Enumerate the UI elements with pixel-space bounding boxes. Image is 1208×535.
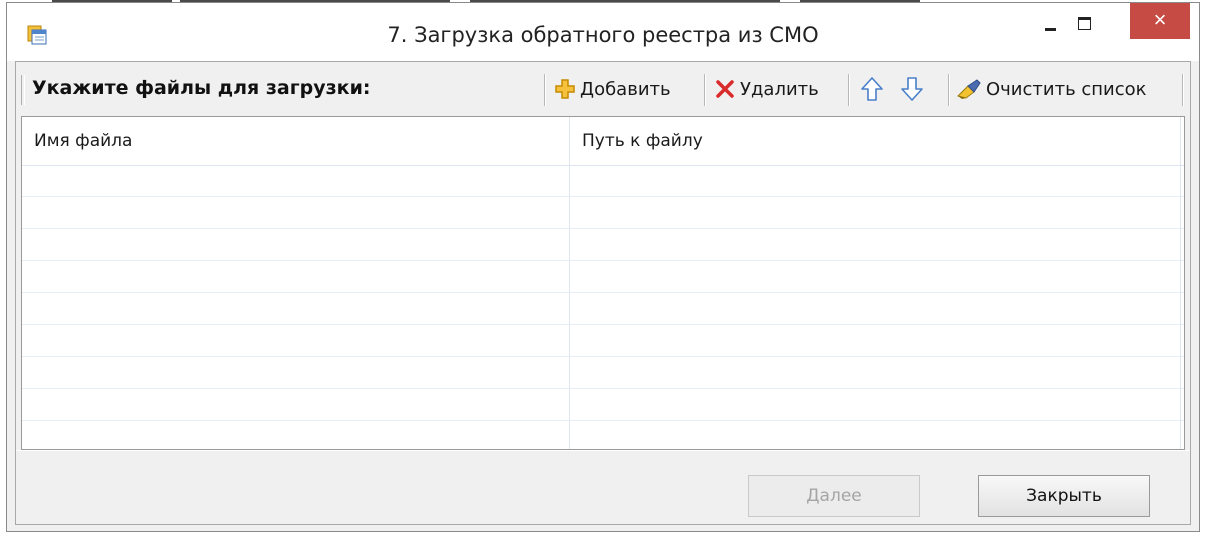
next-button[interactable]: Далее [748, 475, 920, 517]
arrow-up-icon [861, 77, 883, 101]
toolbar-separator [1182, 74, 1184, 106]
move-down-button[interactable] [900, 72, 924, 106]
arrow-down-icon [901, 77, 923, 101]
close-button[interactable]: Закрыть [978, 475, 1150, 517]
window-title: 7. Загрузка обратного реестра из СМО [387, 23, 819, 47]
toolbar-grip[interactable] [21, 75, 25, 105]
toolbar-label: Укажите файлы для загрузки: [32, 77, 371, 99]
move-up-button[interactable] [860, 72, 884, 106]
table-row[interactable] [22, 293, 1184, 325]
table-row[interactable] [22, 325, 1184, 357]
plus-icon [555, 79, 575, 99]
table-row[interactable] [22, 357, 1184, 389]
add-button[interactable]: Добавить [554, 72, 671, 106]
title-bar[interactable]: 7. Загрузка обратного реестра из СМО × [7, 3, 1199, 61]
toolbar: Укажите файлы для загрузки: Добавить Уда… [16, 62, 1190, 116]
eraser-brush-icon [957, 79, 981, 99]
delete-button-label: Удалить [740, 78, 819, 100]
table-row[interactable] [22, 389, 1184, 421]
files-table[interactable]: Имя файла Путь к файлу [21, 116, 1185, 450]
table-row[interactable] [22, 261, 1184, 293]
column-header-file-name[interactable]: Имя файла [22, 117, 570, 165]
clear-list-button-label: Очистить список [986, 78, 1147, 100]
toolbar-separator [544, 74, 546, 106]
column-header-file-path[interactable]: Путь к файлу [570, 117, 1182, 165]
dialog-footer: Далее Закрыть [16, 450, 1190, 527]
minimize-button[interactable] [1031, 9, 1067, 39]
dialog-body: Укажите файлы для загрузки: Добавить Уда… [15, 61, 1191, 525]
table-header: Имя файла Путь к файлу [22, 117, 1184, 166]
table-row[interactable] [22, 229, 1184, 261]
table-row[interactable] [22, 421, 1184, 449]
table-row[interactable] [22, 197, 1184, 229]
close-window-button[interactable]: × [1130, 3, 1190, 39]
table-row[interactable] [22, 165, 1184, 197]
toolbar-separator [948, 74, 950, 106]
dialog-window: 7. Загрузка обратного реестра из СМО × У… [6, 2, 1200, 532]
red-x-icon [716, 80, 734, 98]
toolbar-separator [704, 74, 706, 106]
clear-list-button[interactable]: Очистить список [956, 72, 1147, 106]
toolbar-separator [848, 74, 850, 106]
add-button-label: Добавить [580, 78, 671, 100]
delete-button[interactable]: Удалить [714, 72, 819, 106]
maximize-button[interactable] [1067, 9, 1103, 39]
